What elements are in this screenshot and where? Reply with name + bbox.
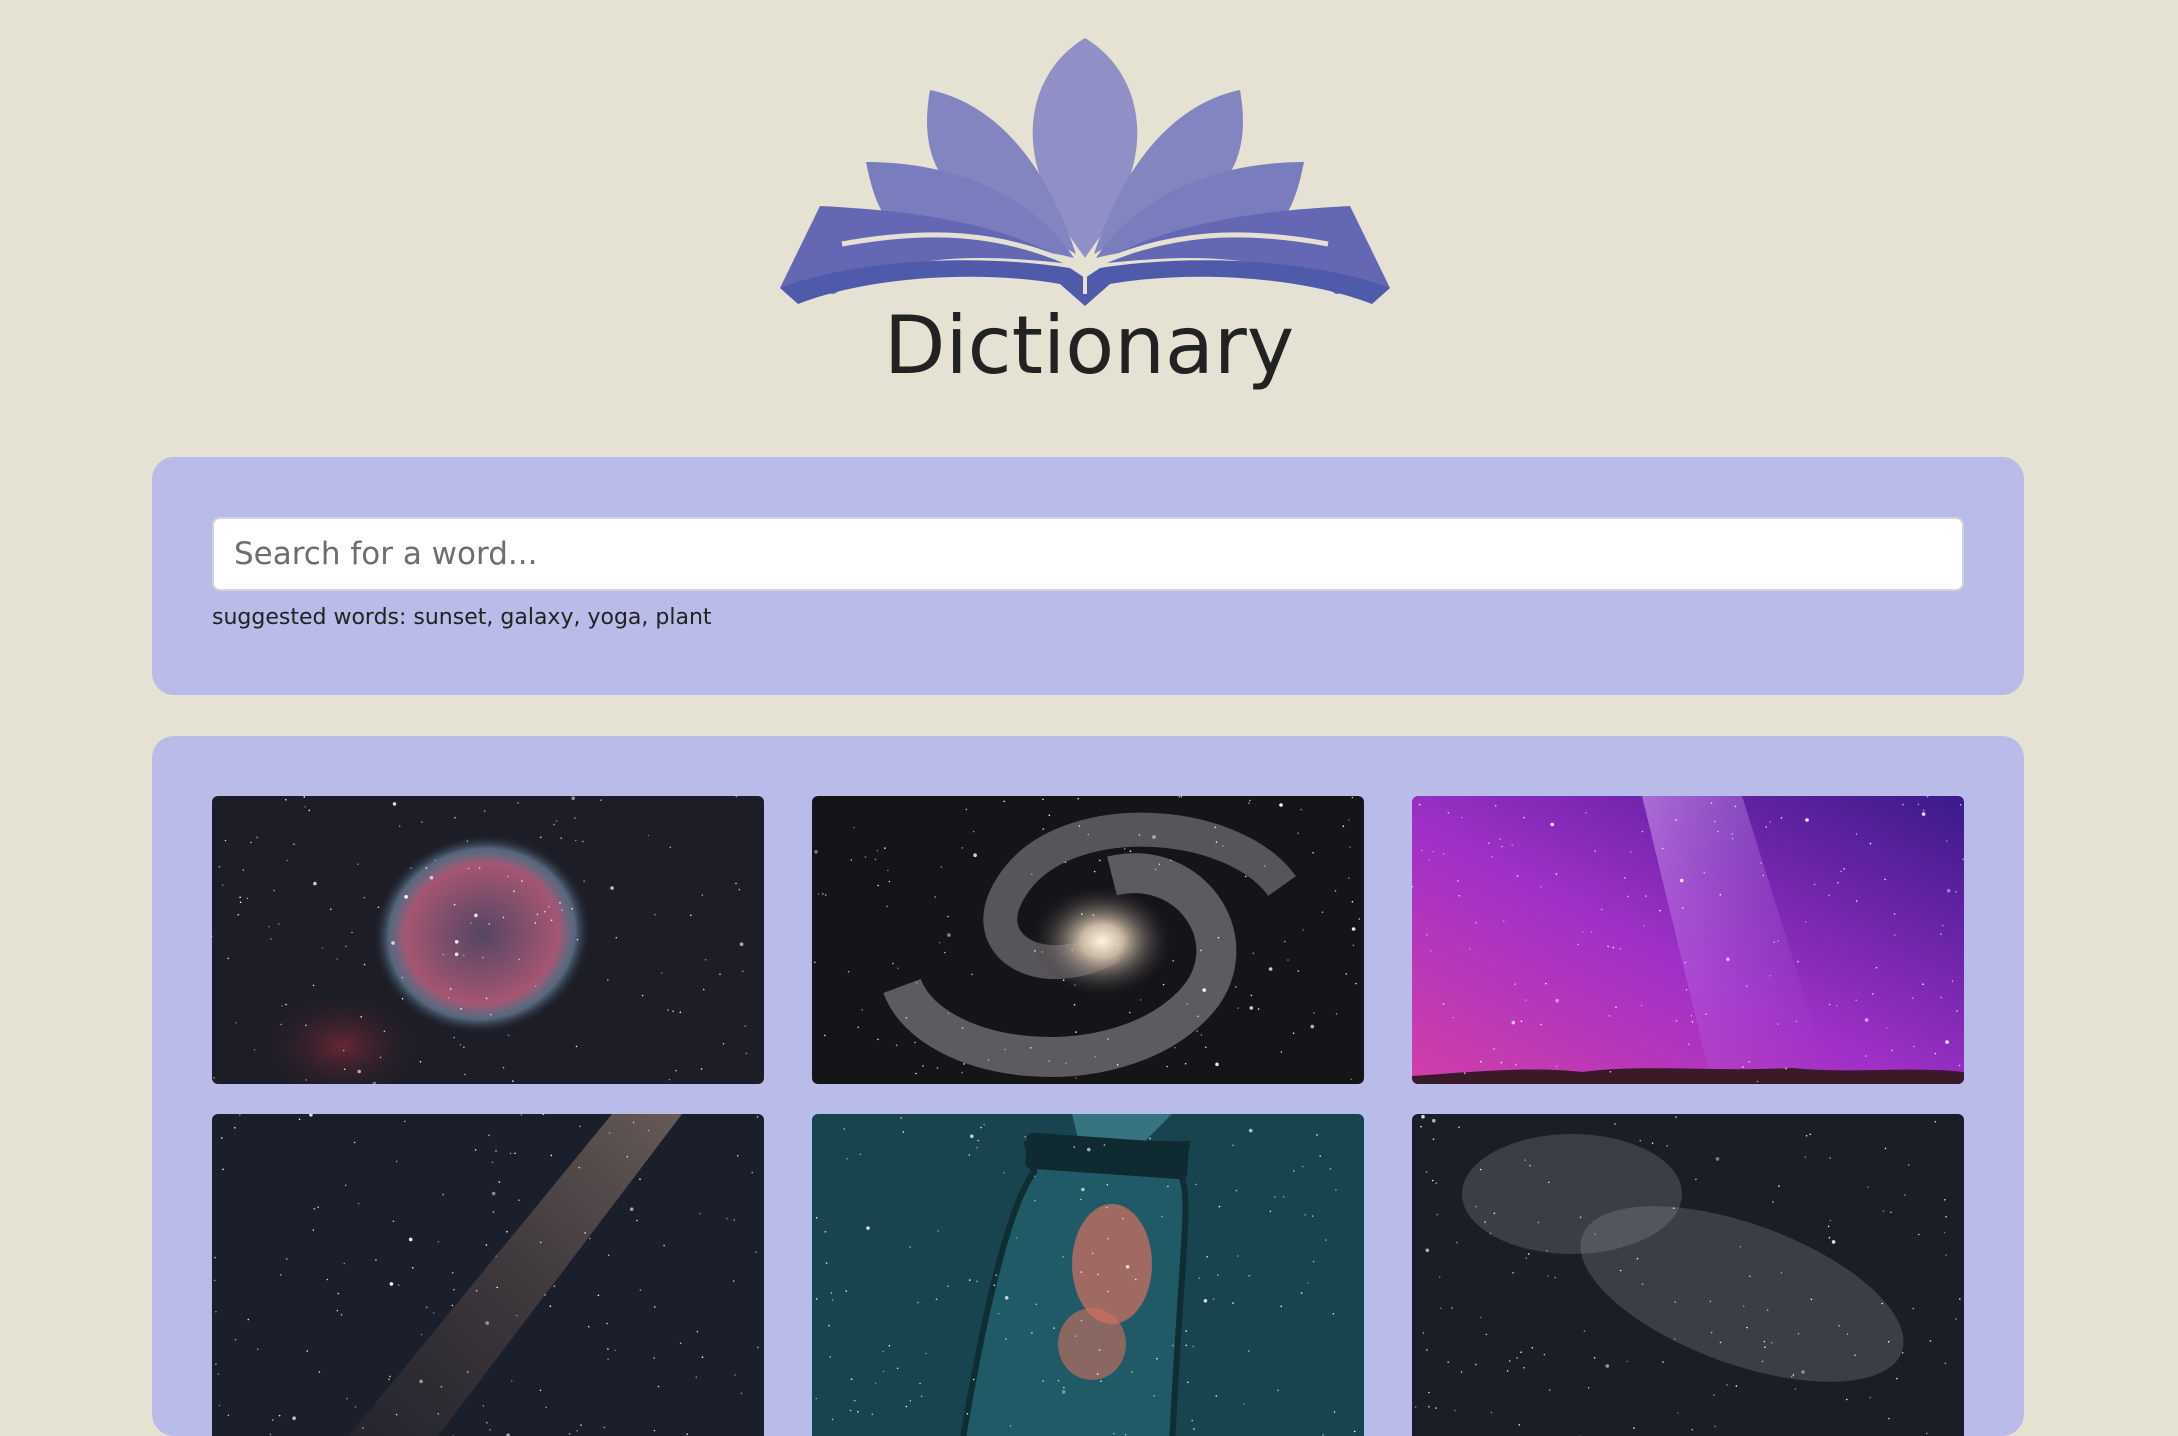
page-title: Dictionary bbox=[0, 296, 2178, 396]
suggested-words: suggested words: sunset, galaxy, yoga, p… bbox=[212, 603, 712, 633]
search-panel: suggested words: sunset, galaxy, yoga, p… bbox=[152, 457, 2024, 695]
image-gallery bbox=[152, 736, 2024, 1436]
gallery-image[interactable] bbox=[212, 796, 764, 1084]
lotus-book-icon bbox=[780, 32, 1390, 306]
search-input[interactable] bbox=[212, 517, 1964, 591]
gallery-image[interactable] bbox=[1412, 1114, 1964, 1436]
gallery-image[interactable] bbox=[812, 1114, 1364, 1436]
suggested-words-label: suggested words: bbox=[212, 605, 406, 630]
gallery-image[interactable] bbox=[1412, 796, 1964, 1084]
suggested-word-plant[interactable]: plant bbox=[655, 605, 711, 630]
suggested-word-yoga[interactable]: yoga bbox=[587, 605, 641, 630]
gallery-image[interactable] bbox=[812, 796, 1364, 1084]
suggested-word-galaxy[interactable]: galaxy bbox=[500, 605, 573, 630]
suggested-word-sunset[interactable]: sunset bbox=[413, 605, 486, 630]
gallery-image[interactable] bbox=[212, 1114, 764, 1436]
